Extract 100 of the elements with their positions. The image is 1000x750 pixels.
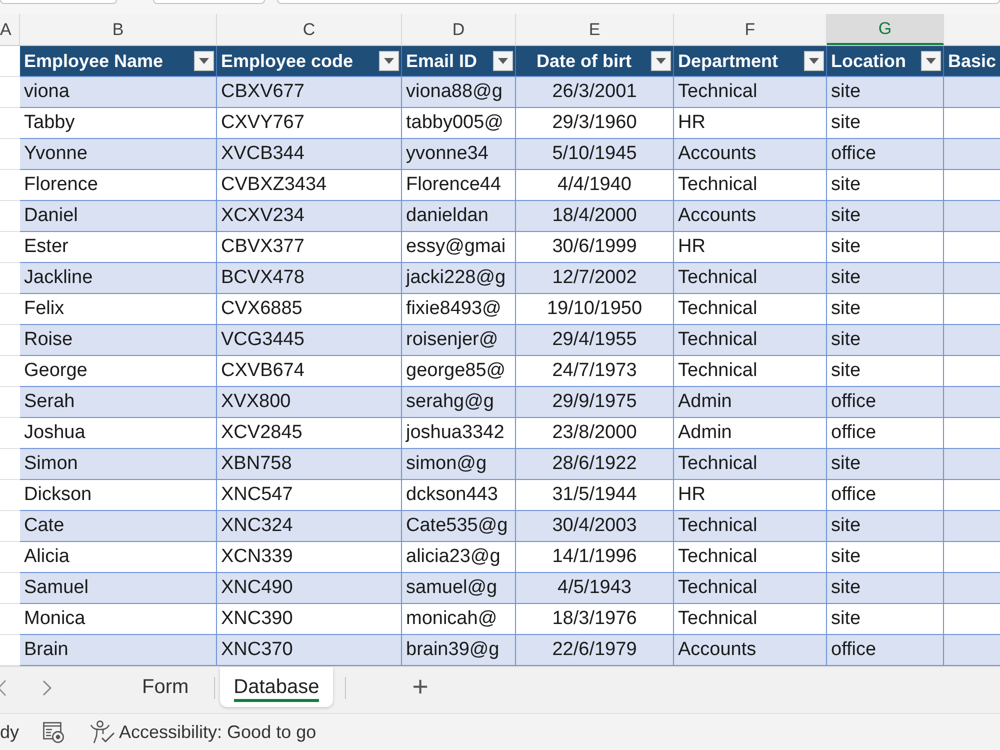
table-cell: Florence <box>20 170 217 200</box>
table-cell: CVX6885 <box>217 294 402 324</box>
table-cell: XCN339 <box>217 542 402 572</box>
column-header-button[interactable]: C <box>217 14 402 45</box>
table-cell: Yvonne <box>20 139 217 169</box>
name-box-field[interactable] <box>0 0 117 4</box>
table-cell: 30/4/2003 <box>516 511 674 541</box>
table-cell: XNC324 <box>217 511 402 541</box>
table-cell: Florence44 <box>402 170 516 200</box>
table-cell: office <box>827 139 944 169</box>
table-cell: 29/9/1975 <box>516 387 674 417</box>
filter-dropdown-button[interactable] <box>493 51 513 71</box>
table-cell: office <box>827 387 944 417</box>
table-cell: CXVB674 <box>217 356 402 386</box>
table-cell: dckson443 <box>402 480 516 510</box>
table-cell: brain39@g <box>402 635 516 665</box>
sheet-tab[interactable]: Form <box>122 667 209 707</box>
table-cell: XVX800 <box>217 387 402 417</box>
formula-bar-field[interactable] <box>277 0 1000 4</box>
table-cell: monicah@ <box>402 604 516 634</box>
column-title: Employee code <box>221 50 354 72</box>
table-cell: fixie8493@ <box>402 294 516 324</box>
filter-dropdown-button[interactable] <box>194 51 214 71</box>
table-cell: 31/5/1944 <box>516 480 674 510</box>
person-check-icon <box>90 720 116 744</box>
table-cell: 23/8/2000 <box>516 418 674 448</box>
table-cell: Technical <box>674 573 827 603</box>
column-header-button[interactable]: G <box>827 14 944 45</box>
table-cell: Technical <box>674 325 827 355</box>
table-cell: 30/6/1999 <box>516 232 674 262</box>
table-cell: 18/4/2000 <box>516 201 674 231</box>
table-cell: danieldan <box>402 201 516 231</box>
column-title: Date of birt <box>535 50 632 72</box>
table-cell: Accounts <box>674 201 827 231</box>
table-cell: site <box>827 263 944 293</box>
table-cell: Accounts <box>674 635 827 665</box>
table-cell: BCVX478 <box>217 263 402 293</box>
table-cell: George <box>20 356 217 386</box>
table-cell: 4/4/1940 <box>516 170 674 200</box>
column-header-button[interactable]: D <box>402 14 516 45</box>
caret-down-icon <box>498 58 508 64</box>
table-cell: HR <box>674 232 827 262</box>
filter-dropdown-button[interactable] <box>379 51 399 71</box>
filter-dropdown-button[interactable] <box>651 51 671 71</box>
caret-down-icon <box>199 58 209 64</box>
table-cell: XNC490 <box>217 573 402 603</box>
table-cell: XCV2845 <box>217 418 402 448</box>
table-cell: XNC547 <box>217 480 402 510</box>
table-cell: 29/4/1955 <box>516 325 674 355</box>
table-cell: Technical <box>674 263 827 293</box>
column-header-button[interactable]: E <box>516 14 674 45</box>
table-cell: Dickson <box>20 480 217 510</box>
column-header-button[interactable]: A <box>0 14 20 45</box>
table-cell: HR <box>674 108 827 138</box>
document-circle-icon[interactable] <box>43 722 64 742</box>
accessibility-button[interactable]: Accessibility: Good to go <box>90 720 316 744</box>
table-cell: 4/5/1943 <box>516 573 674 603</box>
table-cell: CBVX377 <box>217 232 402 262</box>
table-cell: 18/3/1976 <box>516 604 674 634</box>
table-cell: simon@g <box>402 449 516 479</box>
table-cell: alicia23@g <box>402 542 516 572</box>
table-cell: 26/3/2001 <box>516 77 674 107</box>
table-cell: essy@gmai <box>402 232 516 262</box>
table-cell: 22/6/1979 <box>516 635 674 665</box>
chevron-right-icon[interactable] <box>42 680 52 696</box>
table-cell: Monica <box>20 604 217 634</box>
caret-down-icon <box>656 58 666 64</box>
table-cell: 19/10/1950 <box>516 294 674 324</box>
caret-down-icon <box>926 58 936 64</box>
table-cell: Felix <box>20 294 217 324</box>
table-cell: site <box>827 356 944 386</box>
table-cell: XNC390 <box>217 604 402 634</box>
table-cell: site <box>827 77 944 107</box>
table-cell: Cate <box>20 511 217 541</box>
column-title: Basic <box>948 50 998 72</box>
column-header-button[interactable]: B <box>20 14 217 45</box>
table-cell: VCG3445 <box>217 325 402 355</box>
table-cell: site <box>827 542 944 572</box>
table-cell: Technical <box>674 542 827 572</box>
table-cell: site <box>827 294 944 324</box>
sheet-tab[interactable]: Database <box>220 667 334 707</box>
table-cell: site <box>827 449 944 479</box>
table-cell: XNC370 <box>217 635 402 665</box>
add-sheet-button[interactable]: + <box>403 667 438 707</box>
filter-dropdown-button[interactable] <box>921 51 941 71</box>
filter-dropdown-button[interactable] <box>804 51 824 71</box>
table-cell: Technical <box>674 511 827 541</box>
table-cell: Daniel <box>20 201 217 231</box>
table-cell: site <box>827 108 944 138</box>
table-cell: Technical <box>674 77 827 107</box>
table-cell: Technical <box>674 294 827 324</box>
table-cell: office <box>827 480 944 510</box>
table-cell: XCXV234 <box>217 201 402 231</box>
table-cell: Accounts <box>674 139 827 169</box>
table-cell: Simon <box>20 449 217 479</box>
table-cell: samuel@g <box>402 573 516 603</box>
table-cell: site <box>827 511 944 541</box>
table-cell: jacki228@g <box>402 263 516 293</box>
caret-down-icon <box>809 58 819 64</box>
table-cell: viona <box>20 77 217 107</box>
